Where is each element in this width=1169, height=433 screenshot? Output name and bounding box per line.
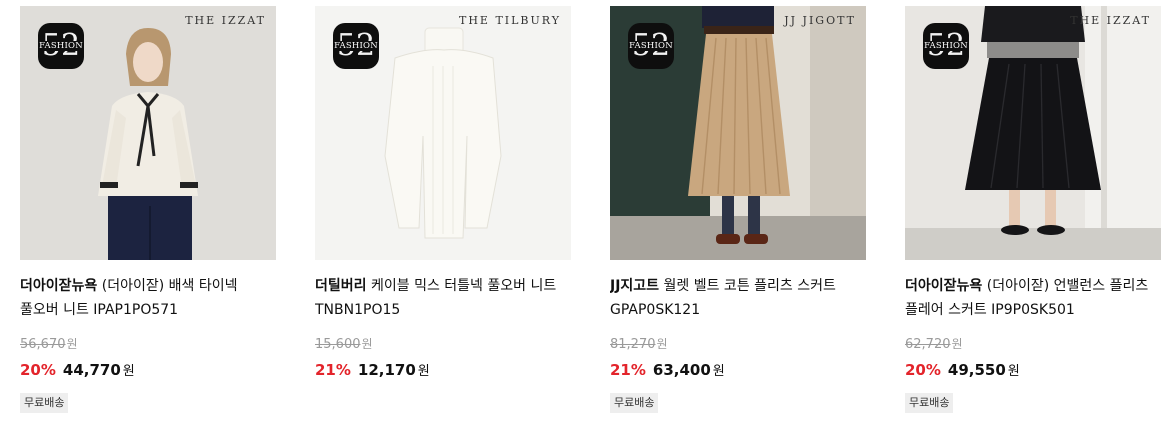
product-image[interactable]: THE IZZAT 52 FASHION: [905, 6, 1161, 260]
product-title[interactable]: 더아이잗뉴욕 (더아이잗) 언밸런스 플리츠 플레어 스커트 IP9P0SK50…: [905, 274, 1161, 322]
sale-price: 21% 12,170 원: [315, 361, 430, 379]
product-image[interactable]: JJ JIGOTT 52 FASHION: [610, 6, 866, 260]
brand-logo: THE IZZAT: [1070, 14, 1151, 27]
free-shipping-tag: 무료배송: [20, 393, 69, 413]
product-brand: JJ지고트: [610, 278, 660, 294]
product-title[interactable]: 더아이잗뉴욕 (더아이잗) 배색 타이넥 풀오버 니트 IPAP1PO571: [20, 274, 276, 322]
product-brand: 더틸버리: [315, 278, 367, 294]
fashion52-badge-icon: 52 FASHION: [38, 23, 84, 69]
free-shipping-tag: 무료배송: [905, 393, 954, 413]
fashion52-badge-icon: 52 FASHION: [333, 23, 379, 69]
product-card[interactable]: JJ JIGOTT 52 FASHION JJ지고트 월렛 벨트 코튼 플리츠 …: [610, 6, 866, 413]
original-price: 62,720원: [905, 337, 963, 352]
product-title[interactable]: JJ지고트 월렛 벨트 코튼 플리츠 스커트 GPAP0SK121: [610, 274, 866, 322]
fashion52-badge-icon: 52 FASHION: [923, 23, 969, 69]
product-brand: 더아이잗뉴욕: [20, 278, 98, 294]
brand-logo: JJ JIGOTT: [784, 14, 856, 27]
discount-rate: 21%: [315, 361, 351, 379]
brand-logo: THE IZZAT: [185, 14, 266, 27]
sale-price: 21% 63,400 원: [610, 361, 725, 379]
discount-rate: 20%: [20, 361, 56, 379]
original-price: 56,670원: [20, 337, 78, 352]
discount-rate: 21%: [610, 361, 646, 379]
product-grid: THE IZZAT 52 FASHION 더아이잗뉴욕 (더아이잗) 배색 타이…: [0, 0, 1169, 433]
fashion52-badge-icon: 52 FASHION: [628, 23, 674, 69]
original-price: 81,270원: [610, 337, 668, 352]
discount-rate: 20%: [905, 361, 941, 379]
product-brand: 더아이잗뉴욕: [905, 278, 983, 294]
product-card[interactable]: THE TILBURY 52 FASHION 더틸버리 케이블 믹스 터틀넥 풀…: [315, 6, 571, 381]
product-image[interactable]: THE IZZAT 52 FASHION: [20, 6, 276, 260]
brand-logo: THE TILBURY: [458, 14, 561, 27]
sale-price: 20% 44,770 원: [20, 361, 135, 379]
free-shipping-tag: 무료배송: [610, 393, 659, 413]
product-card[interactable]: THE IZZAT 52 FASHION 더아이잗뉴욕 (더아이잗) 배색 타이…: [20, 6, 276, 413]
product-image[interactable]: THE TILBURY 52 FASHION: [315, 6, 571, 260]
product-title[interactable]: 더틸버리 케이블 믹스 터틀넥 풀오버 니트 TNBN1PO15: [315, 274, 571, 322]
original-price: 15,600원: [315, 337, 373, 352]
sale-price: 20% 49,550 원: [905, 361, 1020, 379]
product-card[interactable]: THE IZZAT 52 FASHION 더아이잗뉴욕 (더아이잗) 언밸런스 …: [905, 6, 1161, 413]
